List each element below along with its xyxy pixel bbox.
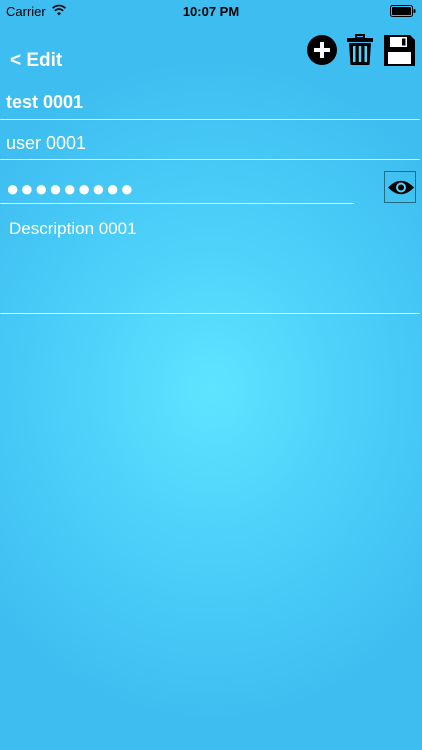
description-value: Description 0001 — [9, 219, 137, 238]
title-underline — [0, 119, 420, 120]
plus-circle-icon — [307, 35, 337, 65]
description-underline — [0, 313, 420, 314]
status-bar: Carrier 10:07 PM — [0, 0, 422, 22]
clock-time: 10:07 PM — [182, 4, 240, 19]
save-button[interactable] — [383, 34, 416, 67]
password-value: ●●●●●●●●● — [6, 176, 135, 201]
description-field[interactable]: Description 0001 — [0, 210, 422, 314]
title-value: test 0001 — [6, 92, 84, 112]
add-button[interactable] — [306, 34, 338, 66]
password-underline — [0, 203, 354, 204]
username-field[interactable]: user 0001 — [0, 128, 422, 162]
eye-icon — [388, 180, 414, 195]
delete-button[interactable] — [346, 34, 374, 66]
username-value: user 0001 — [6, 133, 87, 153]
floppy-disk-icon — [384, 35, 415, 66]
show-password-button[interactable] — [384, 171, 416, 203]
back-button[interactable]: < Edit — [10, 50, 62, 72]
username-underline — [0, 159, 420, 160]
password-field[interactable]: ●●●●●●●●● — [0, 170, 360, 206]
trash-icon — [347, 34, 373, 65]
title-field[interactable]: test 0001 — [0, 86, 422, 122]
battery-icon — [390, 5, 416, 17]
